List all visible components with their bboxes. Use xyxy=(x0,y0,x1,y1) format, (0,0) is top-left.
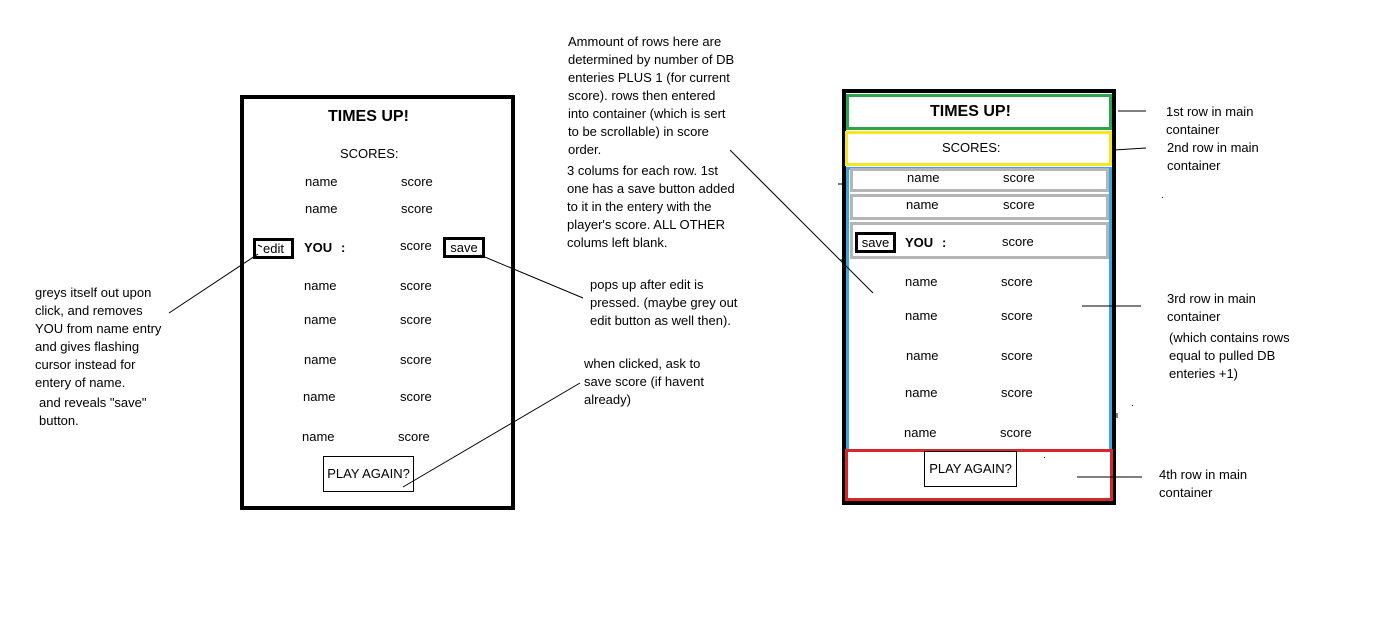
left-row-7-score: score xyxy=(400,389,432,404)
right-title: TIMES UP! xyxy=(930,103,1011,120)
play-again-note: when clicked, ask to save score (if have… xyxy=(584,356,704,407)
left-row-6-score: score xyxy=(400,352,432,367)
stray-dot-1 xyxy=(1162,197,1163,198)
row2-connector xyxy=(1113,147,1147,151)
inner-row-1 xyxy=(850,168,1109,192)
right-row-1-name: name xyxy=(907,170,940,185)
left-row-7-name: name xyxy=(303,389,336,404)
right-row-you-score: score xyxy=(1002,234,1034,249)
left-row-5-score: score xyxy=(400,312,432,327)
left-row-8-score: score xyxy=(398,429,430,444)
left-row-you-sep: : xyxy=(341,240,346,255)
inner-row-2 xyxy=(850,194,1109,220)
left-scores-label: SCORES: xyxy=(340,146,399,161)
left-row-5-name: name xyxy=(304,312,337,327)
left-row-you-name: YOU xyxy=(304,240,333,255)
left-row-4-score: score xyxy=(400,278,432,293)
left-row-1-name: name xyxy=(305,174,338,189)
left-row-1-score: score xyxy=(401,174,433,189)
stray-dot-2 xyxy=(1132,405,1133,406)
right-row-8-score: score xyxy=(1000,425,1032,440)
left-row-2-score: score xyxy=(401,201,433,216)
left-play-again-button[interactable]: PLAY AGAIN? xyxy=(323,456,414,492)
row3-note-2: (which contains rows equal to pulled DB … xyxy=(1169,330,1290,381)
left-row-6-name: name xyxy=(304,352,337,367)
left-title: TIMES UP! xyxy=(328,108,409,125)
right-scores-label: SCORES: xyxy=(942,140,1001,155)
right-row-2-name: name xyxy=(906,197,939,212)
row2-note: 2nd row in main container xyxy=(1167,140,1259,173)
left-row-you-score: score xyxy=(400,238,432,253)
left-row-4-name: name xyxy=(304,278,337,293)
rows-note: Ammount of rows here are determined by n… xyxy=(568,34,735,157)
row4-note: 4th row in main container xyxy=(1159,467,1248,500)
left-row-2-name: name xyxy=(305,201,338,216)
right-row-6-name: name xyxy=(906,348,939,363)
right-save-button[interactable]: save xyxy=(855,232,896,253)
right-row-4-name: name xyxy=(905,274,938,289)
right-play-again-button[interactable]: PLAY AGAIN? xyxy=(924,451,1017,487)
right-row-8-name: name xyxy=(904,425,937,440)
right-row-1-score: score xyxy=(1003,170,1035,185)
right-row-7-name: name xyxy=(905,385,938,400)
right-row-7-score: score xyxy=(1001,385,1033,400)
edit-note-2: and reveals "save" button. xyxy=(39,395,147,428)
right-row-5-name: name xyxy=(905,308,938,323)
save-note: pops up after edit is pressed. (maybe gr… xyxy=(590,277,738,328)
right-row-6-score: score xyxy=(1001,348,1033,363)
row3-note: 3rd row in main container xyxy=(1167,291,1256,324)
row1-note: 1st row in main container xyxy=(1166,104,1254,137)
right-row-you-name: YOU xyxy=(905,235,934,250)
columns-note: 3 colums for each row. 1st one has a sav… xyxy=(567,163,735,250)
right-row-2-score: score xyxy=(1003,197,1035,212)
left-row-8-name: name xyxy=(302,429,335,444)
right-row-5-score: score xyxy=(1001,308,1033,323)
edit-note: greys itself out upon click, and removes… xyxy=(35,285,162,390)
left-save-button[interactable]: save xyxy=(443,237,485,258)
right-row-4-score: score xyxy=(1001,274,1033,289)
left-edit-button[interactable]: edit xyxy=(253,238,294,259)
right-row-you-sep: : xyxy=(942,235,947,250)
